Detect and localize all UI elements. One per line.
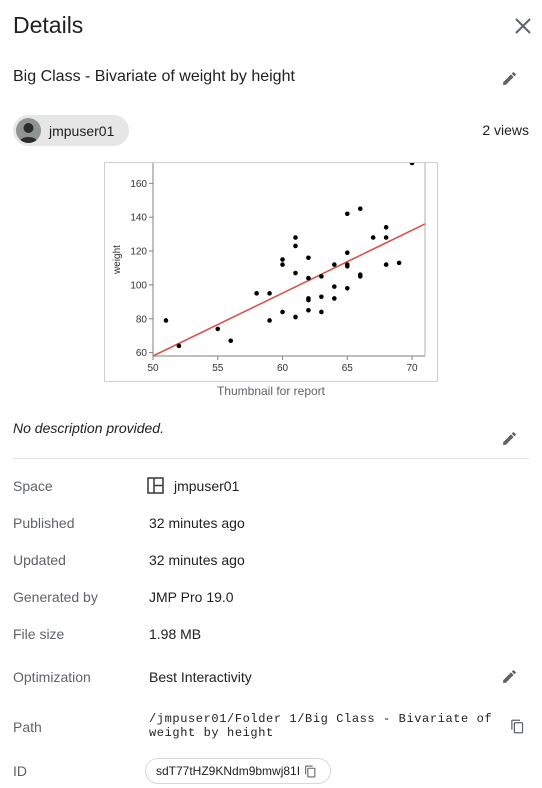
y-tick-label: 120 (130, 247, 147, 258)
data-point (319, 274, 324, 279)
data-point (306, 275, 311, 281)
copy-icon[interactable] (304, 765, 317, 778)
data-point (280, 257, 285, 262)
data-point (306, 255, 311, 261)
data-point (344, 285, 350, 291)
close-icon (515, 18, 531, 34)
thumbnail-caption: Thumbnail for report (216, 384, 326, 398)
y-tick-label: 100 (130, 280, 147, 291)
view-count: 2 views (482, 122, 529, 138)
y-axis-label: weight (112, 245, 123, 275)
file-size-value: 1.98 MB (149, 626, 202, 642)
id-value: sdT77tHZ9KNdm9bmwj81I (156, 764, 301, 778)
data-point (357, 206, 363, 212)
owner-name: jmpuser01 (49, 122, 115, 139)
file-size-label: File size (13, 626, 65, 642)
space-layout-icon (147, 477, 164, 494)
id-chip[interactable]: sdT77tHZ9KNdm9bmwj81I (145, 758, 331, 784)
data-point (228, 338, 234, 344)
owner-chip[interactable]: jmpuser01 (13, 115, 129, 146)
data-point (319, 309, 324, 315)
data-point (332, 296, 337, 301)
report-thumbnail[interactable]: 60 80 100 120 140 160 weight (104, 160, 438, 382)
edit-description-button[interactable] (497, 426, 521, 450)
published-value: 32 minutes ago (149, 515, 245, 531)
scatter-chart: 60 80 100 120 140 160 weight (112, 160, 426, 360)
data-point (319, 294, 324, 300)
data-point (383, 225, 389, 230)
id-label: ID (13, 763, 27, 779)
optimization-label: Optimization (13, 669, 91, 685)
data-point (396, 260, 402, 266)
report-title: Big Class - Bivariate of weight by heigh… (13, 68, 295, 85)
data-point (344, 263, 350, 269)
description-text: No description provided. (13, 420, 164, 436)
data-point (306, 307, 311, 313)
space-label: Space (13, 478, 53, 494)
data-point (344, 250, 350, 256)
x-tick-label: 50 (147, 363, 159, 374)
data-point (163, 318, 169, 323)
close-button[interactable] (510, 13, 536, 39)
path-label: Path (13, 719, 42, 735)
data-point (383, 235, 389, 240)
updated-label: Updated (13, 552, 66, 568)
y-tick-label: 140 (130, 213, 147, 224)
copy-icon (511, 719, 524, 734)
copy-path-button[interactable] (510, 719, 526, 735)
space-value[interactable]: jmpuser01 (174, 478, 239, 494)
optimization-value: Best Interactivity (149, 669, 252, 685)
y-tick-label: 160 (130, 179, 147, 190)
data-point (267, 318, 272, 323)
data-point (254, 291, 259, 296)
data-point (293, 243, 298, 249)
data-point (176, 343, 182, 349)
data-point (357, 274, 363, 279)
published-label: Published (13, 515, 75, 531)
data-point (293, 235, 298, 240)
page-title: Details (13, 12, 84, 38)
pencil-icon (502, 431, 516, 445)
generated-by-value: JMP Pro 19.0 (149, 589, 234, 605)
avatar (16, 118, 41, 143)
data-point (332, 262, 337, 267)
data-point (383, 262, 389, 267)
updated-value: 32 minutes ago (149, 552, 245, 568)
path-value: /jmpuser01/Folder 1/Big Class - Bivariat… (149, 712, 492, 740)
x-tick-label: 55 (212, 363, 224, 374)
data-point (370, 235, 376, 240)
generated-by-label: Generated by (13, 589, 98, 605)
pencil-icon (502, 71, 516, 85)
pencil-icon (502, 669, 516, 683)
path-line-2: weight by height (149, 726, 274, 740)
x-tick-label: 65 (341, 363, 353, 374)
data-point (409, 160, 415, 166)
fit-line (152, 223, 426, 357)
data-point (215, 326, 221, 332)
y-tick-label: 60 (136, 348, 148, 359)
data-point (293, 314, 298, 320)
edit-title-button[interactable] (497, 66, 521, 90)
data-point (267, 291, 272, 296)
data-point (344, 211, 350, 217)
divider (13, 458, 529, 459)
data-point (306, 297, 311, 303)
data-point (280, 262, 285, 267)
data-point (280, 309, 285, 315)
path-line-1: /jmpuser01/Folder 1/Big Class - Bivariat… (149, 712, 493, 726)
x-tick-label: 70 (406, 363, 418, 374)
person-icon (19, 123, 38, 143)
y-tick-label: 80 (136, 314, 148, 325)
data-point (332, 284, 337, 289)
data-point (293, 270, 298, 276)
edit-optimization-button[interactable] (497, 664, 521, 688)
x-tick-label: 60 (276, 363, 289, 374)
